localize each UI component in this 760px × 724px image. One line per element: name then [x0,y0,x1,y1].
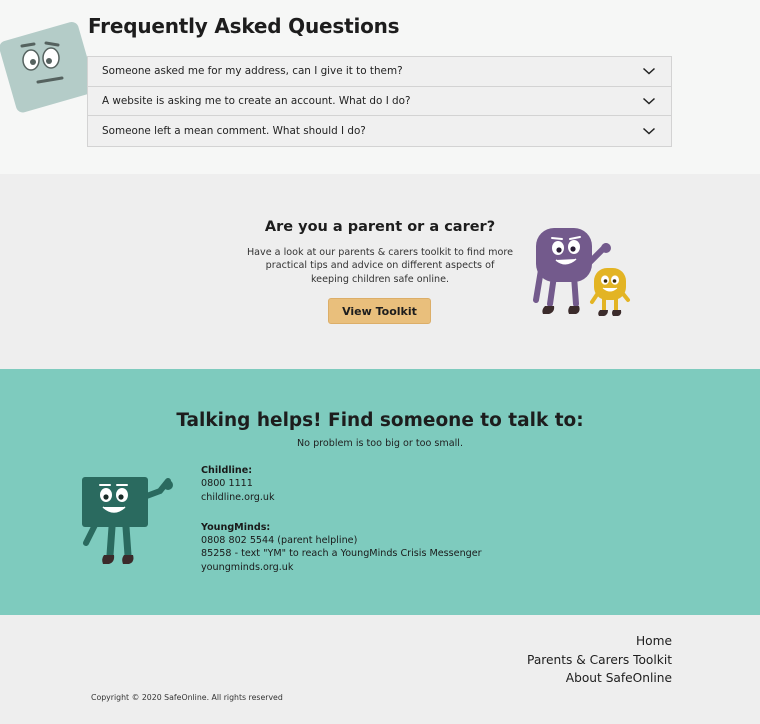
footer: Home Parents & Carers Toolkit About Safe… [0,615,760,724]
waving-green-mascot-icon [82,477,173,564]
parent-description: Have a look at our parents & carers tool… [246,247,514,285]
contact-website[interactable]: childline.org.uk [201,491,482,504]
contact-phone[interactable]: 0808 802 5544 (parent helpline) [201,534,482,547]
faq-accordion: Someone asked me for my address, can I g… [87,56,672,147]
footer-link-about[interactable]: About SafeOnline [527,669,672,688]
faq-question: Someone asked me for my address, can I g… [102,65,403,78]
faq-question: A website is asking me to create an acco… [102,94,411,107]
faq-item[interactable]: A website is asking me to create an acco… [88,87,671,116]
chevron-down-icon[interactable] [642,126,656,136]
chevron-down-icon[interactable] [642,66,656,76]
parent-title: Are you a parent or a carer? [264,219,496,235]
confused-mascot-icon [0,22,96,113]
contact-name: Childline: [201,465,253,476]
faq-item[interactable]: Someone left a mean comment. What should… [88,116,671,146]
contact-youngminds: YoungMinds: 0808 802 5544 (parent helpli… [201,521,482,574]
talk-title: Talking helps! Find someone to talk to: [176,410,584,431]
contact-website[interactable]: youngminds.org.uk [201,561,482,574]
parent-carer-section: Are you a parent or a carer? Have a look… [0,174,760,369]
footer-nav: Home Parents & Carers Toolkit About Safe… [527,632,672,688]
contact-text-line: 85258 - text "YM" to reach a YoungMinds … [201,548,482,560]
faq-question: Someone left a mean comment. What should… [102,124,366,137]
talking-helps-section: Talking helps! Find someone to talk to: … [0,369,760,615]
faq-section: Frequently Asked Questions Someone asked… [0,0,760,174]
contact-childline: Childline: 0800 1111 childline.org.uk [201,464,482,504]
chevron-down-icon[interactable] [642,96,656,106]
copyright: Copyright © 2020 SafeOnline. All rights … [91,693,283,702]
talk-subtitle: No problem is too big or too small. [296,438,464,449]
faq-title: Frequently Asked Questions [88,14,400,38]
contacts-list: Childline: 0800 1111 childline.org.uk Yo… [201,464,482,574]
contact-phone[interactable]: 0800 1111 [201,477,482,490]
contact-name: YoungMinds: [201,521,271,533]
view-toolkit-button[interactable]: View Toolkit [328,298,431,324]
faq-item[interactable]: Someone asked me for my address, can I g… [88,57,671,87]
footer-link-home[interactable]: Home [527,632,672,651]
footer-link-toolkit[interactable]: Parents & Carers Toolkit [527,651,672,670]
waving-mascots-icon [533,228,630,316]
